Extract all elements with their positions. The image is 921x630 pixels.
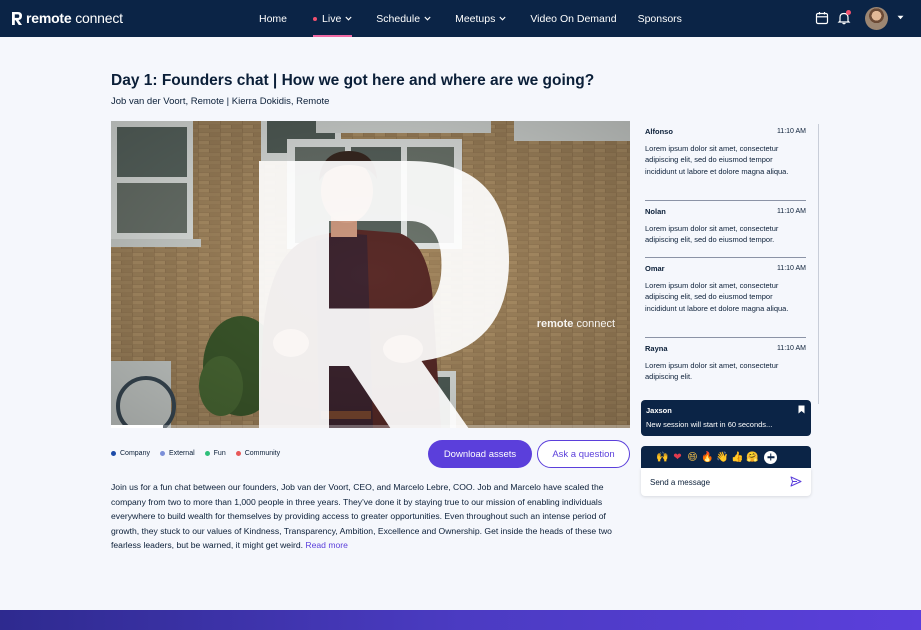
chat-message-time: 11:10 AM — [776, 127, 806, 135]
legend-item-community: Community — [235, 450, 281, 457]
footer-band — [0, 610, 921, 630]
nav-links: Home Live Schedule Meetups Video On Dema… — [259, 0, 682, 37]
announcement-card: Jaxson New session will start in 60 seco… — [641, 400, 811, 436]
chevron-down-icon[interactable] — [897, 15, 904, 20]
legend-label: Fun — [213, 450, 226, 457]
legend-dot — [235, 451, 241, 456]
video-progress-bar[interactable] — [111, 425, 630, 428]
session-description: Join us for a fun chat between our found… — [111, 480, 633, 553]
chat-message-author: Alfonso — [645, 126, 673, 136]
nav-item-schedule[interactable]: Schedule — [376, 0, 431, 37]
chat-composer — [641, 468, 811, 496]
legend-item-external: External — [159, 450, 195, 457]
track-legend: Company External Fun Community — [111, 450, 290, 457]
legend-label: External — [168, 450, 195, 457]
avatar[interactable] — [865, 7, 888, 30]
watermark-part2: connect — [576, 317, 615, 330]
chat-message-text: Lorem ipsum dolor sit amet, consectetur … — [645, 361, 779, 382]
nav-item-label: Video On Demand — [530, 12, 617, 25]
chevron-down-icon — [345, 16, 352, 21]
nav-item-label: Live — [322, 12, 342, 25]
chat-message: Nolan 11:10 AM Lorem ipsum dolor sit ame… — [645, 205, 806, 246]
ask-question-button[interactable]: Ask a question — [537, 440, 630, 468]
chat-message-author: Rayna — [645, 343, 668, 353]
chat-message-author: Nolan — [645, 206, 666, 216]
chat-message-text: Lorem ipsum dolor sit amet, consectetur … — [645, 144, 789, 176]
logo-mark-icon — [258, 161, 509, 428]
logo-mark-icon — [12, 11, 22, 25]
reaction-bar: 🙌 ❤ 😄 🔥 👋 👍 🤗 — [641, 446, 811, 468]
legend-item-company: Company — [111, 450, 150, 457]
brand-name-part2: connect — [75, 10, 123, 26]
chat-message-time: 11:10 AM — [776, 264, 806, 272]
speakers-line: Job van der Voort, Remote | Kierra Dokid… — [111, 96, 330, 107]
watermark-part1: remote — [536, 317, 574, 330]
live-dot-icon — [313, 16, 318, 21]
bookmark-icon[interactable] — [798, 405, 805, 414]
heart-emoji-icon[interactable]: ❤ — [670, 452, 685, 463]
nav-item-label: Schedule — [376, 12, 421, 25]
thumbs-up-emoji-icon[interactable]: 👍 — [730, 452, 745, 463]
video-progress-fill — [111, 425, 163, 428]
announcement-text: New session will start in 60 seconds... — [646, 420, 773, 429]
add-reaction-icon[interactable] — [764, 450, 777, 464]
nav-item-live[interactable]: Live — [313, 0, 353, 37]
fire-emoji-icon[interactable]: 🔥 — [700, 452, 715, 463]
nav-item-label: Sponsors — [637, 12, 682, 25]
legend-dot — [111, 451, 116, 456]
nav-item-sponsors[interactable]: Sponsors — [638, 0, 682, 37]
legend-label: Company — [120, 450, 150, 457]
nav-item-meetups[interactable]: Meetups — [455, 0, 506, 37]
wave-emoji-icon[interactable]: 👋 — [715, 452, 730, 463]
nav-item-label: Meetups — [455, 12, 496, 25]
nav-item-home[interactable]: Home — [259, 0, 287, 37]
chat-scrollbar[interactable] — [818, 124, 819, 404]
announcement-author: Jaxson — [646, 406, 672, 415]
smile-emoji-icon[interactable]: 😄 — [685, 452, 700, 463]
chat-message-author: Omar — [645, 263, 665, 273]
download-assets-button[interactable]: Download assets — [428, 440, 532, 468]
chat-message-text: Lorem ipsum dolor sit amet, consectetur … — [645, 281, 789, 313]
calendar-icon[interactable] — [815, 11, 829, 25]
legend-label: Community — [244, 450, 281, 457]
chat-message-time: 11:10 AM — [776, 344, 806, 352]
chat-message: Omar 11:10 AM Lorem ipsum dolor sit amet… — [645, 262, 806, 314]
brand-logo[interactable]: remote connect — [11, 10, 123, 26]
legend-item-fun: Fun — [204, 450, 226, 457]
nav-item-video-on-demand[interactable]: Video On Demand — [530, 0, 616, 37]
send-icon[interactable] — [790, 476, 802, 487]
page-title: Day 1: Founders chat | How we got here a… — [111, 72, 595, 89]
hug-emoji-icon[interactable]: 🤗 — [745, 452, 760, 463]
chat-message-text: Lorem ipsum dolor sit amet, consectetur … — [645, 224, 779, 245]
legend-dot — [204, 451, 210, 456]
legend-dot — [159, 451, 165, 456]
top-nav: remote connect Home Live Schedule Meetup… — [0, 0, 921, 37]
description-text: Join us for a fun chat between our found… — [111, 482, 612, 551]
chat-divider — [645, 337, 806, 338]
raising-hands-emoji-icon[interactable]: 🙌 — [655, 452, 670, 463]
read-more-link[interactable]: Read more — [305, 540, 348, 550]
brand-name-part1: remote — [26, 10, 72, 26]
nav-item-label: Home — [259, 12, 288, 25]
chat-divider — [645, 200, 806, 201]
chevron-down-icon — [424, 16, 431, 21]
notification-dot — [846, 10, 851, 15]
chat-message-time: 11:10 AM — [776, 207, 806, 215]
chevron-down-icon — [499, 16, 506, 21]
chat-message: Alfonso 11:10 AM Lorem ipsum dolor sit a… — [645, 125, 806, 177]
message-input[interactable] — [650, 475, 780, 489]
chat-divider — [645, 257, 806, 258]
video-player[interactable]: remote connect — [111, 121, 630, 428]
video-watermark: remote connect — [234, 136, 615, 428]
chat-message: Rayna 11:10 AM Lorem ipsum dolor sit ame… — [645, 342, 806, 383]
